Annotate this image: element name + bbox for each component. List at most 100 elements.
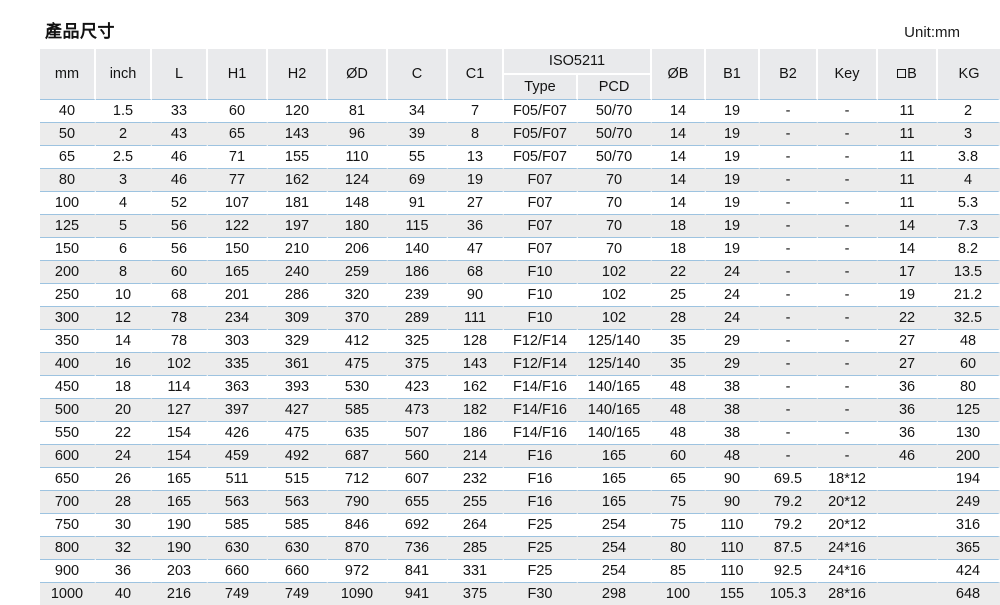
cell-key: -: [818, 214, 879, 237]
cell-iso-type: F07: [504, 191, 578, 214]
cell-mm: 600: [40, 444, 96, 467]
cell-b2: -: [760, 260, 819, 283]
square-b-label: B: [897, 62, 917, 86]
cell-c: 34: [388, 99, 448, 122]
cell-mm: 100: [40, 191, 96, 214]
cell-h1: 335: [208, 352, 268, 375]
col-header-od: ØD: [328, 49, 388, 99]
cell-h1: 660: [208, 559, 268, 582]
cell-key: 24*16: [818, 559, 879, 582]
table-row: 80 3 46 77 162 124 69 19 F07 70 14 19- -11 4: [40, 168, 1000, 191]
cell-c: 69: [388, 168, 448, 191]
cell-b1: 24: [706, 260, 761, 283]
table-row: 200 8 60 165 240 259 186 68 F10 102 22 24- -17 13.5: [40, 260, 1000, 283]
cell-iso-type: F14/F16: [504, 375, 578, 398]
col-header-iso-type: Type: [504, 75, 578, 99]
cell-c1: 68: [448, 260, 504, 283]
cell-iso-pcd: 165: [578, 467, 653, 490]
cell-h2: 309: [268, 306, 328, 329]
cell-l: 78: [152, 306, 208, 329]
cell-od: 846: [328, 513, 388, 536]
cell-h2: 210: [268, 237, 328, 260]
cell-h2: 361: [268, 352, 328, 375]
cell-b2: 79.2: [760, 490, 819, 513]
cell-l: 114: [152, 375, 208, 398]
cell-kg: 249: [938, 490, 1000, 513]
cell-iso-pcd: 70: [578, 191, 653, 214]
cell-c: 423: [388, 375, 448, 398]
cell-ob: 48: [652, 375, 707, 398]
cell-c1: 143: [448, 352, 504, 375]
cell-inch: 14: [96, 329, 152, 352]
table-row: 150 6 56 150 210 206 140 47 F07 70 18 19- -14 8.2: [40, 237, 1000, 260]
cell-h1: 201: [208, 283, 268, 306]
cell-b2: -: [760, 168, 819, 191]
cell-h1: 107: [208, 191, 268, 214]
cell-b1: 38: [706, 375, 761, 398]
cell-kg: 3: [938, 122, 1000, 145]
table-header: mm inch L H1 H2 ØD C C1 ISO5211 ØB B1 B2…: [40, 49, 1000, 99]
cell-c1: 186: [448, 421, 504, 444]
cell-h2: 630: [268, 536, 328, 559]
cell-b1: 90: [706, 490, 761, 513]
cell-h1: 630: [208, 536, 268, 559]
table-row: 400 16 102 335 361 475 375 143 F12/F14 125/140 35 2…: [40, 352, 1000, 375]
cell-inch: 6: [96, 237, 152, 260]
cell-iso-pcd: 102: [578, 260, 653, 283]
cell-h2: 143: [268, 122, 328, 145]
unit-label: Unit:mm: [904, 24, 960, 41]
cell-kg: 5.3: [938, 191, 1000, 214]
cell-l: 56: [152, 237, 208, 260]
cell-b1: 110: [706, 536, 761, 559]
cell-ob: 75: [652, 513, 707, 536]
cell-mm: 650: [40, 467, 96, 490]
cell-mm: 700: [40, 490, 96, 513]
cell-mm: 750: [40, 513, 96, 536]
cell-od: 1090: [328, 582, 388, 605]
cell-od: 712: [328, 467, 388, 490]
cell-c1: 128: [448, 329, 504, 352]
cell-b2: -: [760, 375, 819, 398]
cell-kg: 424: [938, 559, 1000, 582]
cell-c: 473: [388, 398, 448, 421]
cell-iso-pcd: 70: [578, 237, 653, 260]
cell-b2: -: [760, 191, 819, 214]
cell-c: 692: [388, 513, 448, 536]
cell-c1: 264: [448, 513, 504, 536]
cell-c1: 7: [448, 99, 504, 122]
cell-kg: 32.5: [938, 306, 1000, 329]
cell-c1: 47: [448, 237, 504, 260]
cell-h2: 492: [268, 444, 328, 467]
cell-c: 655: [388, 490, 448, 513]
cell-key: 18*12: [818, 467, 879, 490]
cell-mm: 65: [40, 145, 96, 168]
cell-b1: 38: [706, 398, 761, 421]
col-header-inch: inch: [96, 49, 152, 99]
cell-c: 607: [388, 467, 448, 490]
cell-mm: 900: [40, 559, 96, 582]
cell-b2: -: [760, 145, 819, 168]
cell-h2: 393: [268, 375, 328, 398]
cell-b2: -: [760, 237, 819, 260]
cell-iso-type: F12/F14: [504, 352, 578, 375]
cell-square-b: 22: [878, 306, 939, 329]
cell-iso-pcd: 254: [578, 513, 653, 536]
cell-h2: 286: [268, 283, 328, 306]
col-header-square-b: B: [878, 49, 939, 99]
product-dimensions-table: mm inch L H1 H2 ØD C C1 ISO5211 ØB B1 B2…: [40, 49, 1000, 605]
cell-square-b: 11: [878, 191, 939, 214]
cell-iso-type: F05/F07: [504, 122, 578, 145]
table-row: 700 28 165 563 563 790 655 255 F16 165 75 90 79.2 20*…: [40, 490, 1000, 513]
cell-od: 180: [328, 214, 388, 237]
cell-iso-type: F10: [504, 306, 578, 329]
cell-c1: 331: [448, 559, 504, 582]
col-header-l: L: [152, 49, 208, 99]
cell-inch: 10: [96, 283, 152, 306]
cell-inch: 22: [96, 421, 152, 444]
square-b-text: B: [907, 65, 917, 82]
cell-ob: 14: [652, 122, 707, 145]
cell-inch: 5: [96, 214, 152, 237]
cell-ob: 28: [652, 306, 707, 329]
cell-b1: 110: [706, 559, 761, 582]
cell-od: 870: [328, 536, 388, 559]
